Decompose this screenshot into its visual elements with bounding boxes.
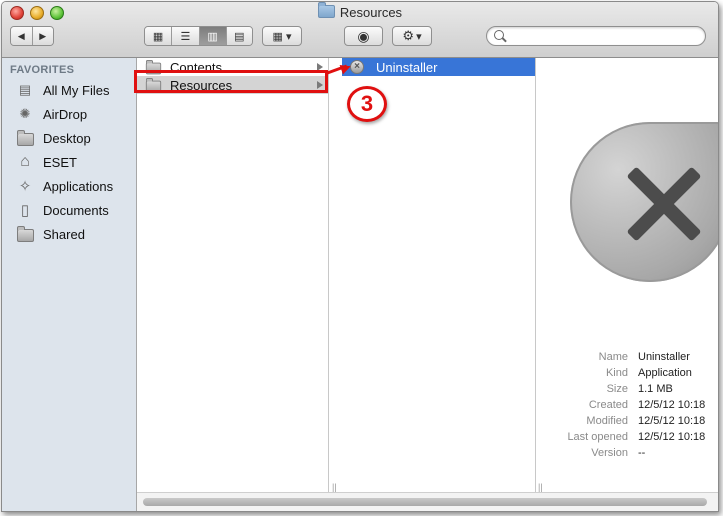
icon-view-icon: ▦ — [152, 30, 164, 43]
annotation-step-badge: 3 — [347, 86, 387, 122]
coverflow-view-icon: ▤ — [234, 30, 245, 43]
chevron-down-icon: ▾ — [285, 30, 292, 43]
desktop-folder-icon — [16, 130, 34, 146]
quick-look-button[interactable]: ◉ — [344, 26, 383, 46]
info-key-size: Size — [606, 383, 628, 395]
info-key-name: Name — [598, 351, 628, 363]
back-forward-control: ◀ ▶ — [10, 26, 54, 46]
info-value-created: 12/5/12 10:18 — [638, 399, 706, 411]
column-view-icon: ▥ — [207, 30, 218, 43]
all-files-icon: ▤ — [18, 82, 32, 97]
arrange-icon: ▦ — [272, 30, 283, 43]
coverflow-view-button[interactable]: ▤ — [226, 27, 252, 45]
sidebar-item-label: AirDrop — [43, 106, 88, 122]
view-mode-control: ▦ ☰ ▥ ▤ — [144, 26, 253, 46]
sidebar-item-all-my-files[interactable]: ▤ All My Files — [16, 79, 110, 101]
home-icon: ⌂ — [20, 153, 30, 170]
uninstaller-icon: × — [350, 60, 364, 74]
shared-folder-icon — [16, 226, 34, 242]
info-value-last-opened: 12/5/12 10:18 — [638, 431, 706, 443]
forward-button[interactable]: ▶ — [32, 27, 53, 45]
forward-arrow-icon: ▶ — [39, 30, 47, 41]
horizontal-scrollbar[interactable] — [137, 492, 718, 511]
eye-icon: ◉ — [357, 27, 370, 44]
sidebar-item-label: Shared — [43, 226, 85, 242]
column-resize-grip[interactable]: || — [332, 482, 337, 492]
info-key-modified: Modified — [586, 415, 628, 427]
sidebar-item-eset[interactable]: ⌂ ESET — [16, 151, 77, 173]
toolbar: Resources ◀ ▶ ▦ ☰ ▥ ▤ ▦ ▾ ◉ ⚙ ▾ — [2, 2, 718, 58]
back-arrow-icon: ◀ — [17, 30, 25, 41]
info-key-last-opened: Last opened — [567, 431, 628, 443]
info-value-version: -- — [638, 447, 646, 459]
applications-icon: ✧ — [18, 178, 32, 195]
action-button[interactable]: ⚙ ▾ — [392, 26, 432, 46]
column-1: Contents Resources — [137, 58, 329, 492]
list-view-button[interactable]: ☰ — [172, 27, 200, 45]
info-key-created: Created — [588, 399, 628, 411]
finder-window: Resources ◀ ▶ ▦ ☰ ▥ ▤ ▦ ▾ ◉ ⚙ ▾ FAVORITE… — [1, 1, 719, 512]
file-info: Name Uninstaller Kind Application Size 1.1 … — [549, 351, 718, 463]
window-title: Resources — [2, 2, 718, 20]
info-value-kind: Application — [638, 367, 692, 379]
icon-view-button[interactable]: ▦ — [145, 27, 173, 45]
item-label: Uninstaller — [376, 59, 438, 75]
scrollbar-thumb[interactable] — [143, 498, 707, 506]
info-value-modified: 12/5/12 10:18 — [638, 415, 706, 427]
uninstaller-x-icon — [570, 122, 718, 282]
sidebar-heading: FAVORITES — [10, 64, 75, 76]
sidebar-item-applications[interactable]: ✧ Applications — [16, 175, 113, 197]
list-view-icon: ☰ — [180, 30, 191, 43]
annotation-highlight-box — [134, 70, 328, 93]
column-divider[interactable] — [329, 58, 341, 492]
airdrop-icon: ✺ — [19, 106, 31, 121]
window-title-text: Resources — [339, 5, 403, 20]
sidebar-item-shared[interactable]: Shared — [16, 223, 85, 245]
column-resize-grip[interactable]: || — [538, 482, 543, 492]
info-value-size: 1.1 MB — [638, 383, 673, 395]
folder-icon — [317, 2, 335, 18]
gear-icon: ⚙ — [402, 28, 415, 43]
search-icon — [494, 30, 504, 40]
chevron-down-icon: ▾ — [416, 30, 422, 43]
sidebar-item-label: Documents — [43, 202, 109, 218]
info-value-name: Uninstaller — [638, 351, 690, 363]
column-item-uninstaller[interactable]: × Uninstaller — [342, 58, 535, 76]
search-input[interactable] — [486, 26, 706, 46]
column-2: × Uninstaller — [342, 58, 536, 492]
sidebar-item-label: Desktop — [43, 130, 91, 146]
sidebar-item-desktop[interactable]: Desktop — [16, 127, 91, 149]
back-button[interactable]: ◀ — [11, 27, 33, 45]
column-view-button[interactable]: ▥ — [199, 27, 227, 45]
sidebar-item-label: Applications — [43, 178, 114, 194]
info-key-kind: Kind — [605, 367, 628, 379]
arrange-button[interactable]: ▦ ▾ — [262, 26, 302, 46]
sidebar-item-label: All My Files — [43, 82, 110, 98]
sidebar-item-airdrop[interactable]: ✺ AirDrop — [16, 103, 88, 125]
documents-icon: ▯ — [20, 202, 30, 219]
sidebar-item-label: ESET — [43, 154, 77, 170]
sidebar: FAVORITES ▤ All My Files ✺ AirDrop Deskt… — [2, 58, 137, 511]
info-key-version: Version — [591, 447, 628, 459]
sidebar-item-documents[interactable]: ▯ Documents — [16, 199, 109, 221]
